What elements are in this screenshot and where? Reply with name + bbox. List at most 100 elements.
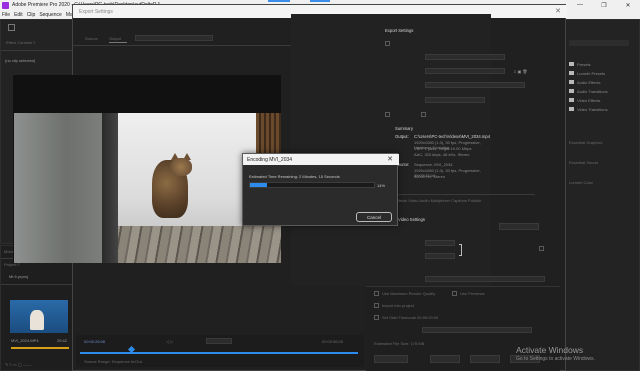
preview-door-shadow [102,113,118,263]
export-settings-panel: Export Settings ⇩ ▣ 🗑 Summary Output: C:… [291,14,545,286]
menu-sequence[interactable]: Sequence [39,12,62,18]
activate-windows-title: Activate Windows [516,345,584,355]
match-width-checkbox[interactable] [539,246,544,251]
project-toolbar: ✎ ≡ ▭ ◯ —— [5,362,32,367]
output-line-3: VBR, 1 pass, Target 10.00 Mbps [414,146,472,151]
height-field[interactable] [425,253,455,259]
export-settings-header: Export Settings [385,28,414,33]
max-render-checkbox[interactable] [374,291,379,296]
summary-label: Summary [395,126,413,131]
queue-button[interactable] [430,355,460,363]
close-button[interactable]: ✕ [616,0,640,10]
media-name: MVI_2024.MP4 [11,338,39,343]
estimated-size: Estimated File Size: 178 MB [374,341,425,346]
project-file: Mt 6.prproj [9,274,29,279]
option-label: Use Maximum Render Quality [382,291,436,296]
effects-panel: Presets Lumetri Presets Audio Effects Au… [560,19,640,371]
folder-icon [569,71,574,75]
output-label: Output: [395,134,409,139]
timecode-right: 00:00:56:05 [322,339,344,344]
timecode-left: 00:00:26:06 [84,339,106,344]
effect-presets[interactable]: Presets [577,62,591,67]
export-dialog-title: Export Settings [79,8,113,15]
export-close-icon[interactable]: ✕ [555,7,561,15]
minimize-button[interactable]: — [568,0,592,10]
tab-output[interactable]: Output [109,36,121,41]
source-range-select[interactable]: Source Range: Sequence In/Out [84,359,142,364]
width-field[interactable] [425,240,455,246]
time-remaining: Estimated Time Remaining: 2 Minutes, 15 … [249,174,340,179]
use-previews-checkbox[interactable] [452,291,457,296]
tab-indicator [310,0,330,2]
fit-select[interactable] [206,338,232,344]
panel-placeholder: Lumetri Color [569,180,594,185]
preview-cat-head [170,158,192,176]
option-label: Import into project [382,303,415,308]
effect-video-effects[interactable]: Video Effects [577,98,600,103]
effect-audio-transitions[interactable]: Audio Transitions [577,89,608,94]
window-controls: — ❐ ✕ [568,0,640,10]
encoding-progress-bar [249,182,375,188]
preset-select[interactable] [425,68,505,74]
encoding-progress-fill [250,183,268,187]
link-icon[interactable] [459,244,462,256]
playback-controls[interactable]: ◁ ▷ [166,339,173,344]
encoding-dialog: Encoding MVI_2034 ✕ Estimated Time Remai… [242,153,399,226]
source-scaling-select[interactable] [135,35,213,41]
export-audio-checkbox[interactable] [421,112,426,117]
video-settings-label: Video Settings [398,217,425,222]
start-timecode-checkbox[interactable] [374,315,379,320]
menu-edit[interactable]: Edit [14,12,23,18]
import-project-checkbox[interactable] [374,303,379,308]
effect-lumetri[interactable]: Lumetri Presets [577,71,605,76]
match-sequence-checkbox[interactable] [385,41,390,46]
no-clip-label: (no clip selected) [5,58,36,63]
maximize-button[interactable]: ❐ [592,0,616,10]
time-interpolation-select[interactable] [422,327,532,333]
effect-video-transitions[interactable]: Video Transitions [577,107,608,112]
home-icon[interactable] [8,24,15,31]
export-video-checkbox[interactable] [385,112,390,117]
comments-field[interactable] [425,82,525,88]
media-progress [11,347,69,349]
effect-audio-effects[interactable]: Audio Effects [577,80,601,85]
folder-icon [569,80,574,84]
export-timeline: 00:00:26:06 00:00:56:05 ◁ ▷ Source Range… [76,335,364,367]
option-label: Use Previews [460,291,485,296]
premiere-app-icon [2,1,9,9]
match-source-button[interactable] [499,223,539,230]
menu-clip[interactable]: Clip [27,12,36,18]
panel-placeholder: Essential Graphics [569,140,603,145]
settings-tabs[interactable]: Effects Video Audio Multiplexer Captions… [395,198,481,203]
effect-controls-tab[interactable]: Effect Controls ≡ [6,40,36,45]
folder-icon [569,98,574,102]
source-line-3: 48000 Hz, Stereo [414,174,446,179]
frame-rate-select[interactable] [425,276,545,282]
option-label: Set Start Timecode 00:00:00:00 [382,315,439,320]
tab-indicator [268,0,290,2]
folder-icon [569,62,574,66]
thumbnail-person [30,310,44,330]
cancel-button[interactable]: Cancel [356,212,392,222]
folder-icon [569,89,574,93]
format-select[interactable] [425,54,505,60]
tab-source[interactable]: Source [85,36,98,41]
output-line-1: C:\Users\PC-tech\Videos\MVI_2034.mp4 [414,134,491,139]
output-line-4: AAC, 320 kbps, 48 kHz, Stereo [414,152,470,157]
metadata-button[interactable] [374,355,408,363]
preset-actions[interactable]: ⇩ ▣ 🗑 [513,69,527,74]
preview-wall [14,113,102,263]
timeline-range-bar[interactable] [80,352,358,354]
tab-underline [109,42,127,43]
export-button[interactable] [470,355,500,363]
panel-placeholder: Essential Sound [569,160,598,165]
close-icon[interactable]: ✕ [387,155,393,163]
source-line-1: Sequence, MVI_2034 [414,162,453,167]
output-name-field[interactable] [425,97,485,103]
media-duration: 29:42 [57,338,68,343]
activate-windows-subtitle: Go to Settings to activate Windows. [516,356,595,362]
menu-file[interactable]: File [2,12,10,18]
progress-percent: 14% [377,183,386,188]
preview-floor [102,226,281,263]
search-input[interactable] [569,40,629,46]
